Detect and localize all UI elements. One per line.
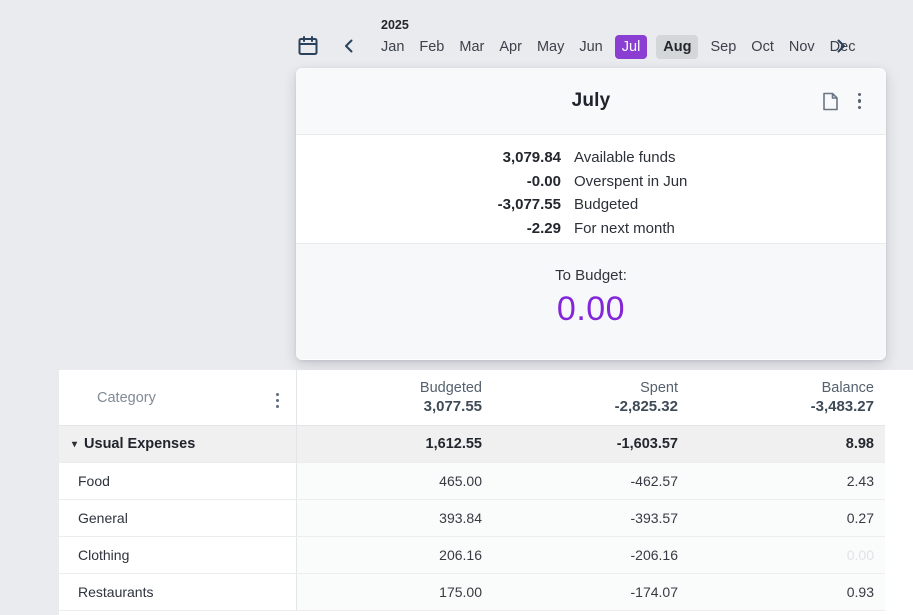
calendar-icon[interactable] bbox=[296, 34, 320, 58]
spent-cell[interactable]: -393.57 bbox=[493, 500, 689, 536]
budgeted-label: Budgeted bbox=[574, 196, 638, 213]
spent-cell[interactable]: -462.57 bbox=[493, 463, 689, 499]
budgeted-value: -3,077.55 bbox=[296, 196, 561, 213]
available-funds-value: 3,079.84 bbox=[296, 149, 561, 166]
funds-summary: 3,079.84 Available funds -0.00 Overspent… bbox=[296, 135, 886, 243]
balance-column-total: -3,483.27 bbox=[689, 397, 874, 416]
chevron-right-icon bbox=[835, 39, 847, 53]
to-budget-value[interactable]: 0.00 bbox=[296, 290, 886, 329]
category-menu-button[interactable] bbox=[273, 390, 282, 411]
budgeted-cell[interactable]: 393.84 bbox=[297, 500, 493, 536]
balance-column-header[interactable]: Balance -3,483.27 bbox=[689, 370, 885, 425]
next-month-value: -2.29 bbox=[296, 220, 561, 237]
month-apr[interactable]: Apr bbox=[496, 35, 525, 59]
category-name: Clothing bbox=[78, 547, 129, 563]
chevron-left-icon bbox=[343, 39, 355, 53]
next-month-button[interactable] bbox=[832, 37, 850, 55]
summary-row: -2.29 For next month bbox=[296, 217, 886, 241]
group-name: Usual Expenses bbox=[84, 436, 195, 452]
overspent-label: Overspent in Jun bbox=[574, 173, 687, 190]
notes-button[interactable] bbox=[822, 92, 839, 111]
budgeted-column-header[interactable]: Budgeted 3,077.55 bbox=[297, 370, 493, 425]
month-summary-card: July 3,079.84 Available funds -0.00 Over… bbox=[296, 68, 886, 360]
summary-row: 3,079.84 Available funds bbox=[296, 146, 886, 170]
category-header-label: Category bbox=[97, 390, 156, 406]
table-header: Category Budgeted 3,077.55 Spent -2,825.… bbox=[59, 370, 885, 426]
to-budget-label: To Budget: bbox=[296, 267, 886, 284]
budgeted-cell[interactable]: 175.00 bbox=[297, 574, 493, 610]
month-selector: Jan Feb Mar Apr May Jun Jul Aug Sep Oct … bbox=[378, 35, 858, 59]
month-mar[interactable]: Mar bbox=[456, 35, 487, 59]
balance-cell[interactable]: 0.27 bbox=[689, 500, 885, 536]
month-may[interactable]: May bbox=[534, 35, 567, 59]
category-name: Restaurants bbox=[78, 584, 153, 600]
group-row-usual-expenses[interactable]: ▾ Usual Expenses 1,612.55 -1,603.57 8.98 bbox=[59, 426, 885, 463]
month-jul-selected[interactable]: Jul bbox=[615, 35, 648, 59]
category-row-food[interactable]: Food 465.00 -462.57 2.43 bbox=[59, 463, 885, 500]
spent-column-total: -2,825.32 bbox=[493, 397, 678, 416]
budgeted-column-label: Budgeted bbox=[297, 380, 482, 397]
month-jun[interactable]: Jun bbox=[576, 35, 605, 59]
category-row-clothing[interactable]: Clothing 206.16 -206.16 0.00 bbox=[59, 537, 885, 574]
month-aug[interactable]: Aug bbox=[656, 35, 698, 59]
month-menu-button[interactable] bbox=[855, 90, 865, 113]
balance-cell[interactable]: 2.43 bbox=[689, 463, 885, 499]
category-row-general[interactable]: General 393.84 -393.57 0.27 bbox=[59, 500, 885, 537]
year-label: 2025 bbox=[381, 18, 409, 32]
budget-table: Category Budgeted 3,077.55 Spent -2,825.… bbox=[59, 370, 885, 611]
category-name: Food bbox=[78, 473, 110, 489]
summary-row: -0.00 Overspent in Jun bbox=[296, 170, 886, 194]
card-header: July bbox=[296, 68, 886, 135]
prev-month-button[interactable] bbox=[340, 37, 358, 55]
budgeted-cell[interactable]: 465.00 bbox=[297, 463, 493, 499]
category-name: General bbox=[78, 510, 128, 526]
document-icon bbox=[822, 92, 839, 111]
budgeted-cell[interactable]: 206.16 bbox=[297, 537, 493, 573]
group-spent-cell: -1,603.57 bbox=[493, 426, 689, 462]
next-month-label: For next month bbox=[574, 220, 675, 237]
available-funds-label: Available funds bbox=[574, 149, 675, 166]
spent-cell[interactable]: -206.16 bbox=[493, 537, 689, 573]
category-row-restaurants[interactable]: Restaurants 175.00 -174.07 0.93 bbox=[59, 574, 885, 611]
budgeted-column-total: 3,077.55 bbox=[297, 397, 482, 416]
summary-row: -3,077.55 Budgeted bbox=[296, 193, 886, 217]
balance-cell[interactable]: 0.93 bbox=[689, 574, 885, 610]
kebab-icon bbox=[858, 93, 862, 97]
balance-cell[interactable]: 0.00 bbox=[689, 537, 885, 573]
month-nov[interactable]: Nov bbox=[786, 35, 818, 59]
kebab-icon bbox=[276, 393, 279, 396]
overspent-value: -0.00 bbox=[296, 173, 561, 190]
month-title: July bbox=[572, 90, 611, 112]
to-budget-section: To Budget: 0.00 bbox=[296, 243, 886, 359]
group-budgeted-cell: 1,612.55 bbox=[297, 426, 493, 462]
balance-column-label: Balance bbox=[689, 380, 874, 397]
month-sep[interactable]: Sep bbox=[707, 35, 739, 59]
month-feb[interactable]: Feb bbox=[416, 35, 447, 59]
collapse-triangle-icon[interactable]: ▾ bbox=[72, 439, 77, 450]
group-balance-cell: 8.98 bbox=[689, 426, 885, 462]
spent-column-label: Spent bbox=[493, 380, 678, 397]
spent-column-header[interactable]: Spent -2,825.32 bbox=[493, 370, 689, 425]
month-oct[interactable]: Oct bbox=[748, 35, 777, 59]
spent-cell[interactable]: -174.07 bbox=[493, 574, 689, 610]
month-jan[interactable]: Jan bbox=[378, 35, 407, 59]
